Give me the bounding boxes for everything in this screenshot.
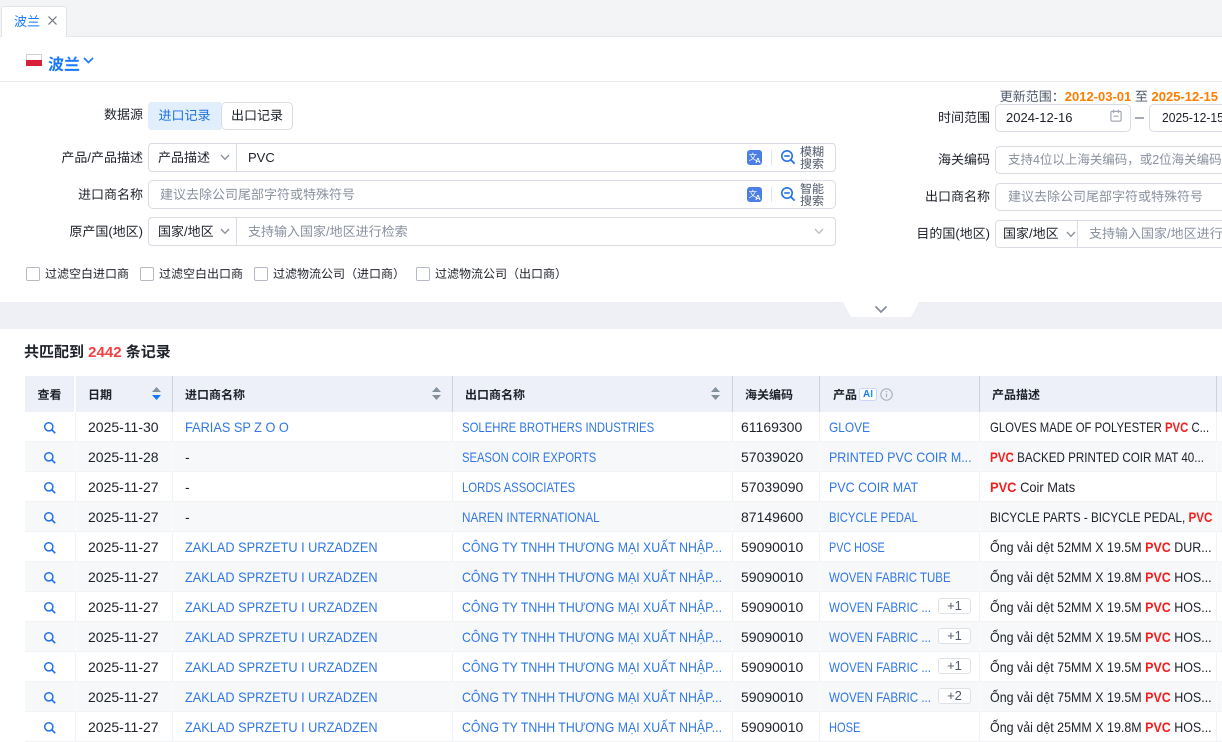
svg-text:A: A (755, 193, 761, 202)
svg-text:A: A (755, 156, 761, 165)
